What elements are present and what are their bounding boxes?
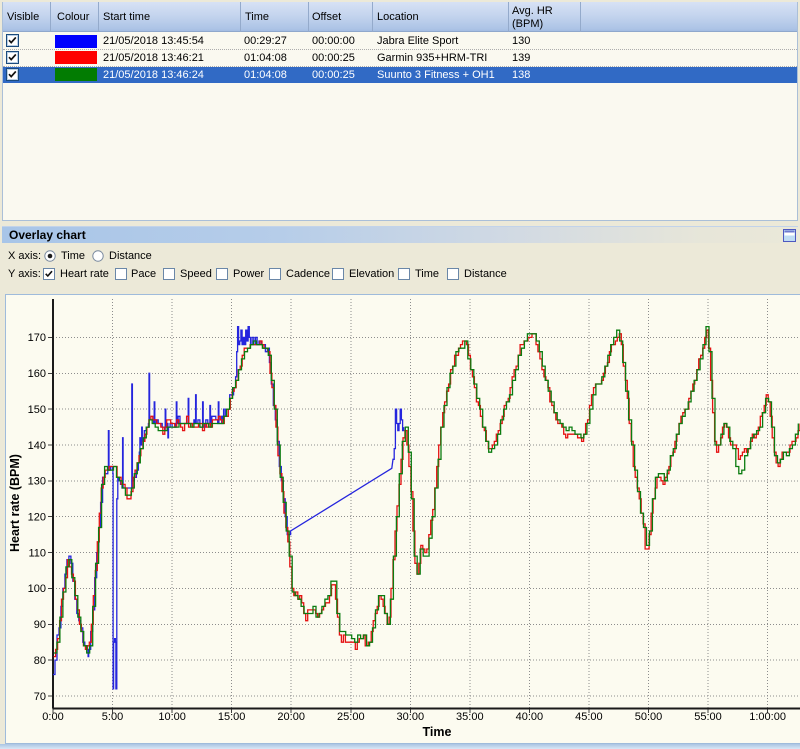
svg-text:30:00: 30:00 [397, 711, 425, 723]
svg-text:1:00:00: 1:00:00 [749, 711, 786, 723]
svg-text:150: 150 [28, 404, 46, 416]
svg-text:15:00: 15:00 [218, 711, 246, 723]
svg-text:0:00: 0:00 [42, 711, 63, 723]
svg-text:35:00: 35:00 [456, 711, 484, 723]
svg-text:140: 140 [28, 440, 46, 452]
svg-text:160: 160 [28, 368, 46, 380]
svg-text:25:00: 25:00 [337, 711, 365, 723]
svg-text:Time: Time [423, 725, 452, 739]
svg-text:Heart rate (BPM): Heart rate (BPM) [8, 454, 22, 552]
svg-text:80: 80 [34, 655, 46, 667]
svg-text:70: 70 [34, 691, 46, 703]
svg-text:100: 100 [28, 583, 46, 595]
svg-text:20:00: 20:00 [277, 711, 305, 723]
svg-text:130: 130 [28, 476, 46, 488]
svg-text:50:00: 50:00 [635, 711, 663, 723]
svg-text:40:00: 40:00 [516, 711, 544, 723]
svg-text:110: 110 [28, 547, 46, 559]
svg-text:55:00: 55:00 [694, 711, 722, 723]
svg-text:170: 170 [28, 332, 46, 344]
svg-text:90: 90 [34, 619, 46, 631]
svg-text:5:00: 5:00 [102, 711, 123, 723]
svg-text:10:00: 10:00 [158, 711, 186, 723]
svg-text:120: 120 [28, 512, 46, 524]
svg-text:45:00: 45:00 [575, 711, 603, 723]
